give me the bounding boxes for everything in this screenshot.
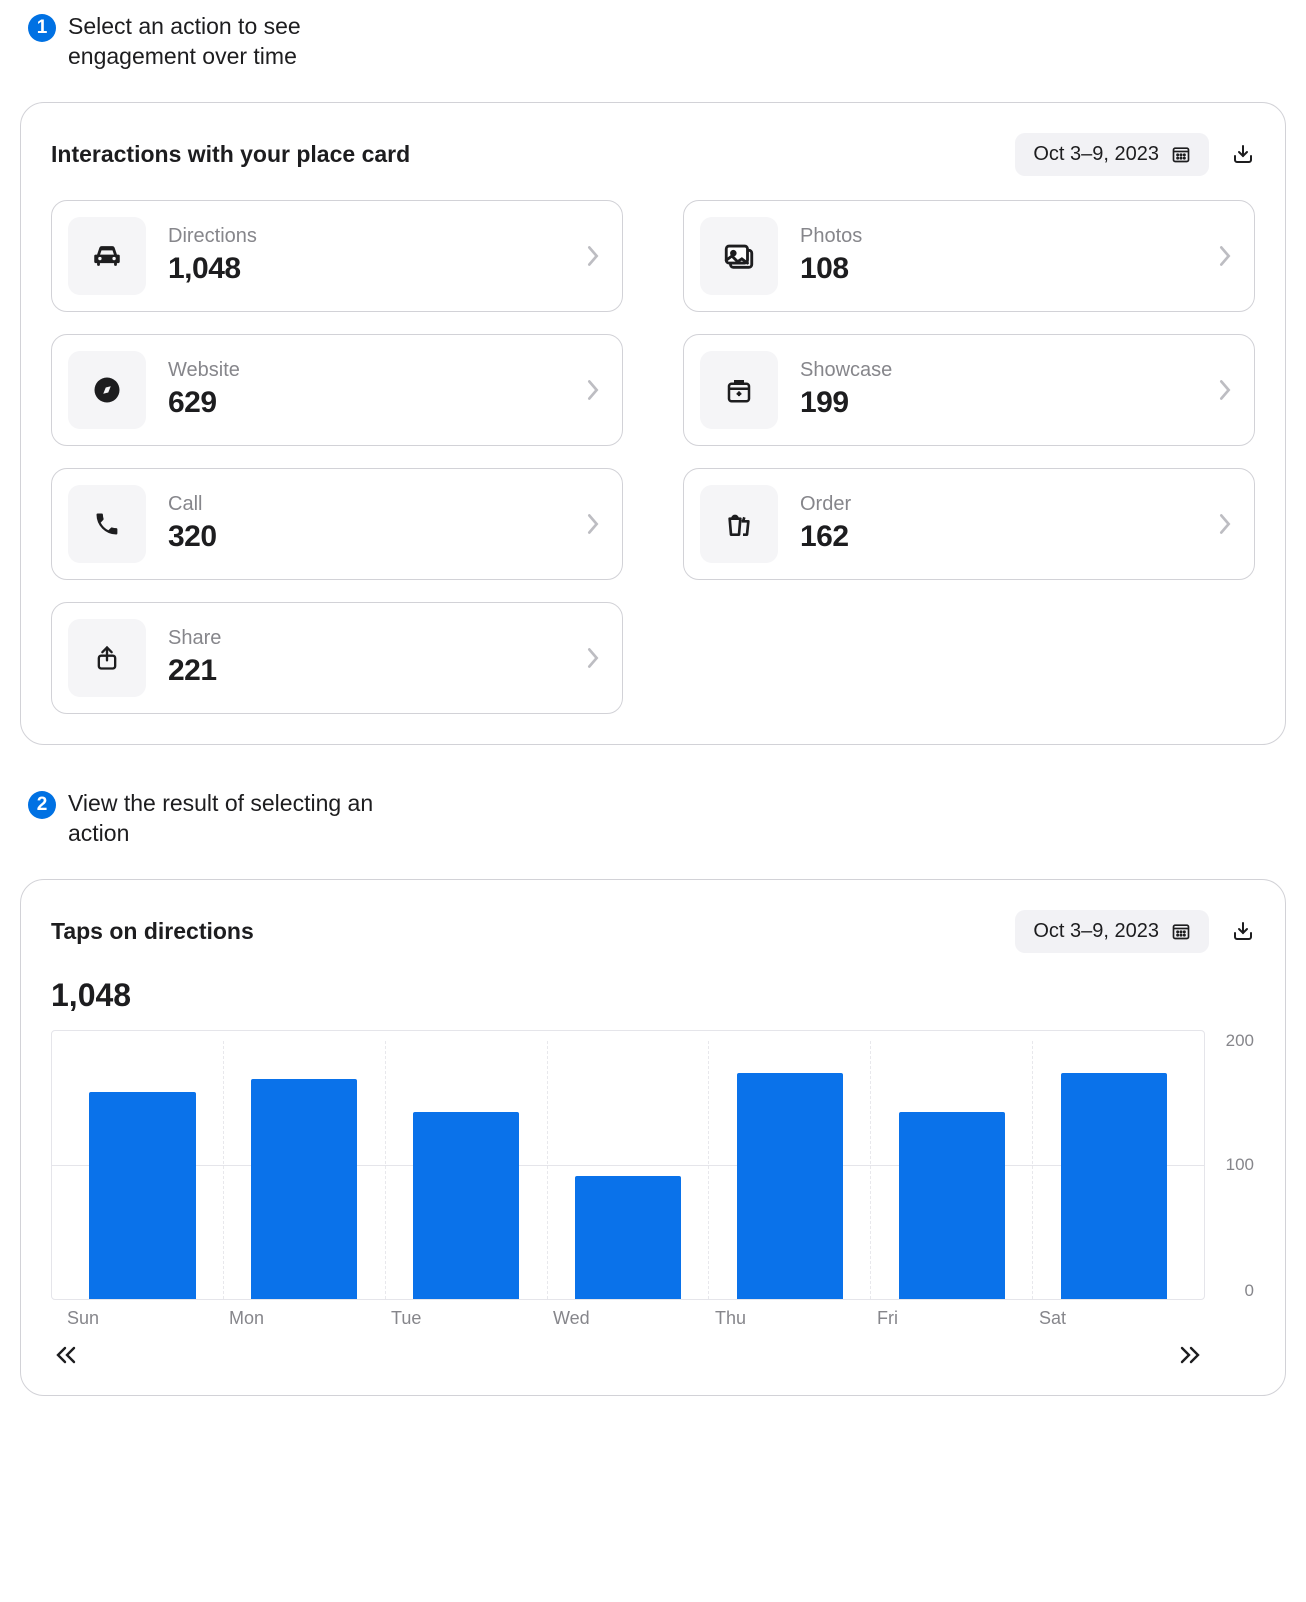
tile-label: Photos [800, 225, 1196, 248]
bar-column [386, 1041, 548, 1299]
chevron-right-icon [586, 379, 600, 401]
annotation-marker-1: 1 [28, 14, 56, 42]
interactions-title: Interactions with your place card [51, 141, 410, 168]
x-tick: Tue [385, 1308, 547, 1329]
y-tick: 100 [1226, 1155, 1254, 1175]
y-tick: 200 [1226, 1031, 1254, 1051]
tile-value: 629 [168, 386, 564, 420]
x-tick: Thu [709, 1308, 871, 1329]
chart-nav [51, 1345, 1205, 1365]
annotation-text-1: Select an action to see engagement over … [68, 12, 388, 72]
annotation-text-2: View the result of selecting an action [68, 789, 388, 849]
bar [575, 1176, 681, 1299]
tile-label: Website [168, 359, 564, 382]
download-button[interactable] [1231, 142, 1255, 166]
annotation-marker-2: 2 [28, 791, 56, 819]
download-button[interactable] [1231, 919, 1255, 943]
tile-value: 108 [800, 252, 1196, 286]
x-tick: Fri [871, 1308, 1033, 1329]
bar [413, 1112, 519, 1299]
y-tick: 0 [1245, 1281, 1254, 1301]
bar [1061, 1073, 1167, 1299]
x-tick: Sun [61, 1308, 223, 1329]
tile-label: Directions [168, 225, 564, 248]
tile-share[interactable]: Share 221 [51, 602, 623, 714]
bar-column [548, 1041, 710, 1299]
interactions-header: Interactions with your place card Oct 3–… [51, 133, 1255, 176]
share-icon [68, 619, 146, 697]
tile-photos[interactable]: Photos 108 [683, 200, 1255, 312]
interactions-card: Interactions with your place card Oct 3–… [20, 102, 1286, 745]
chart-next-button[interactable] [1177, 1345, 1203, 1365]
taps-card: Taps on directions Oct 3–9, 2023 1,048 [20, 879, 1286, 1396]
x-tick: Wed [547, 1308, 709, 1329]
chevron-right-icon [1218, 245, 1232, 267]
x-tick: Mon [223, 1308, 385, 1329]
bar [899, 1112, 1005, 1299]
bar [251, 1079, 357, 1298]
tile-directions[interactable]: Directions 1,048 [51, 200, 623, 312]
taps-header: Taps on directions Oct 3–9, 2023 [51, 910, 1205, 953]
phone-icon [68, 485, 146, 563]
tile-value: 320 [168, 520, 564, 554]
tile-website[interactable]: Website 629 [51, 334, 623, 446]
chart-prev-button[interactable] [53, 1345, 79, 1365]
bar-column [1033, 1041, 1194, 1299]
taps-header-right: Oct 3–9, 2023 [1015, 910, 1255, 953]
annotation-2: 2 View the result of selecting an action [28, 789, 1286, 849]
photos-icon [700, 217, 778, 295]
order-icon [700, 485, 778, 563]
tile-showcase[interactable]: Showcase 199 [683, 334, 1255, 446]
date-range-text: Oct 3–9, 2023 [1033, 920, 1159, 943]
annotation-1: 1 Select an action to see engagement ove… [28, 12, 1286, 72]
tile-label: Share [168, 627, 564, 650]
compass-icon [68, 351, 146, 429]
showcase-icon [700, 351, 778, 429]
bar [737, 1073, 843, 1299]
tile-value: 199 [800, 386, 1196, 420]
annotation-number-1: 1 [37, 17, 48, 39]
tile-label: Call [168, 493, 564, 516]
chevron-right-icon [586, 245, 600, 267]
chevron-right-icon [1218, 379, 1232, 401]
bar-column [224, 1041, 386, 1299]
tile-order[interactable]: Order 162 [683, 468, 1255, 580]
x-axis: SunMonTueWedThuFriSat [51, 1308, 1205, 1329]
bar-column [709, 1041, 871, 1299]
bar-column [871, 1041, 1033, 1299]
chevron-right-icon [586, 647, 600, 669]
tiles-grid: Directions 1,048 Photos 108 [51, 200, 1255, 714]
chevron-right-icon [1218, 513, 1232, 535]
tile-call[interactable]: Call 320 [51, 468, 623, 580]
date-range-picker[interactable]: Oct 3–9, 2023 [1015, 133, 1209, 176]
tile-label: Order [800, 493, 1196, 516]
taps-total: 1,048 [51, 977, 1205, 1014]
date-range-text: Oct 3–9, 2023 [1033, 143, 1159, 166]
bar [89, 1092, 195, 1298]
annotation-number-2: 2 [37, 794, 48, 816]
taps-bar-chart: 200 100 0 [51, 1030, 1205, 1300]
tile-value: 221 [168, 654, 564, 688]
x-tick: Sat [1033, 1308, 1195, 1329]
tile-value: 1,048 [168, 252, 564, 286]
chevron-right-icon [586, 513, 600, 535]
interactions-header-right: Oct 3–9, 2023 [1015, 133, 1255, 176]
car-icon [68, 217, 146, 295]
y-axis: 200 100 0 [1208, 1031, 1254, 1299]
tile-value: 162 [800, 520, 1196, 554]
bar-column [62, 1041, 224, 1299]
calendar-icon [1171, 921, 1191, 941]
date-range-picker[interactable]: Oct 3–9, 2023 [1015, 910, 1209, 953]
tile-label: Showcase [800, 359, 1196, 382]
taps-title: Taps on directions [51, 918, 254, 945]
calendar-icon [1171, 144, 1191, 164]
